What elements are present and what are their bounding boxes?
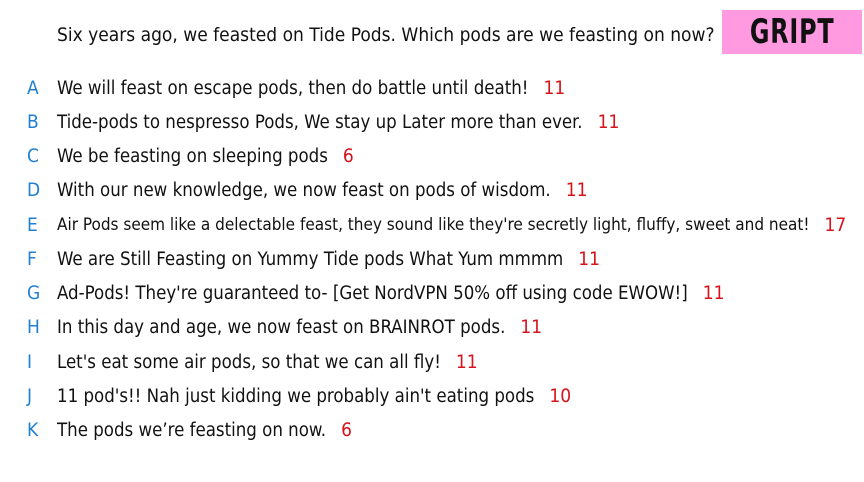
answer-text: Tide-pods to nespresso Pods, We stay up … [57,111,583,133]
answer-row-d: D With our new knowledge, we now feast o… [0,175,864,205]
answer-score: 11 [520,316,543,338]
answer-score: 11 [702,282,725,304]
answer-text: We will feast on escape pods, then do ba… [57,77,529,99]
answer-text: In this day and age, we now feast on BRA… [57,316,506,338]
answer-letter: K [27,419,39,441]
answer-score: 11 [543,77,566,99]
answer-row-a: A We will feast on escape pods, then do … [0,73,864,103]
answer-letter: E [27,214,38,236]
answer-letter: F [27,248,37,270]
answer-text: Ad-Pods! They're guaranteed to- [Get Nor… [57,282,688,304]
answer-text: With our new knowledge, we now feast on … [57,179,551,201]
answer-text: We are Still Feasting on Yummy Tide pods… [57,248,564,270]
answer-text: The pods we’re feasting on now. [57,419,327,441]
answer-row-c: C We be feasting on sleeping pods 6 [0,141,864,171]
answer-text: Air Pods seem like a delectable feast, t… [57,215,810,235]
answer-score: 6 [342,145,354,167]
answer-row-e: E Air Pods seem like a delectable feast,… [0,210,864,240]
answer-letter: I [27,351,33,373]
question-text: Six years ago, we feasted on Tide Pods. … [57,24,715,46]
answer-score: 11 [455,351,478,373]
answer-text: We be feasting on sleeping pods [57,145,328,167]
answer-row-j: J 11 pod's!! Nah just kidding we probabl… [0,381,864,411]
answer-score: 17 [824,214,847,236]
answer-letter: J [27,385,33,407]
answer-row-g: G Ad-Pods! They're guaranteed to- [Get N… [0,278,864,308]
answer-score: 11 [565,179,588,201]
logo-text: GRIPT [749,12,835,52]
answer-score: 11 [578,248,601,270]
answer-letter: G [27,282,41,304]
answer-text: Let's eat some air pods, so that we can … [57,351,441,373]
answer-row-b: B Tide-pods to nespresso Pods, We stay u… [0,107,864,137]
answer-letter: A [27,77,39,99]
gript-logo: GRIPT [722,10,862,54]
answer-row-f: F We are Still Feasting on Yummy Tide po… [0,244,864,274]
answer-row-i: I Let's eat some air pods, so that we ca… [0,347,864,377]
answer-letter: C [27,145,39,167]
answer-score: 10 [549,385,572,407]
answer-row-h: H In this day and age, we now feast on B… [0,312,864,342]
answer-text: 11 pod's!! Nah just kidding we probably … [57,385,535,407]
answer-letter: D [27,179,41,201]
answer-letter: H [27,316,40,338]
answer-score: 11 [597,111,620,133]
answer-score: 6 [341,419,352,441]
answer-letter: B [27,111,39,133]
answer-row-k: K The pods we’re feasting on now. 6 [0,415,864,445]
